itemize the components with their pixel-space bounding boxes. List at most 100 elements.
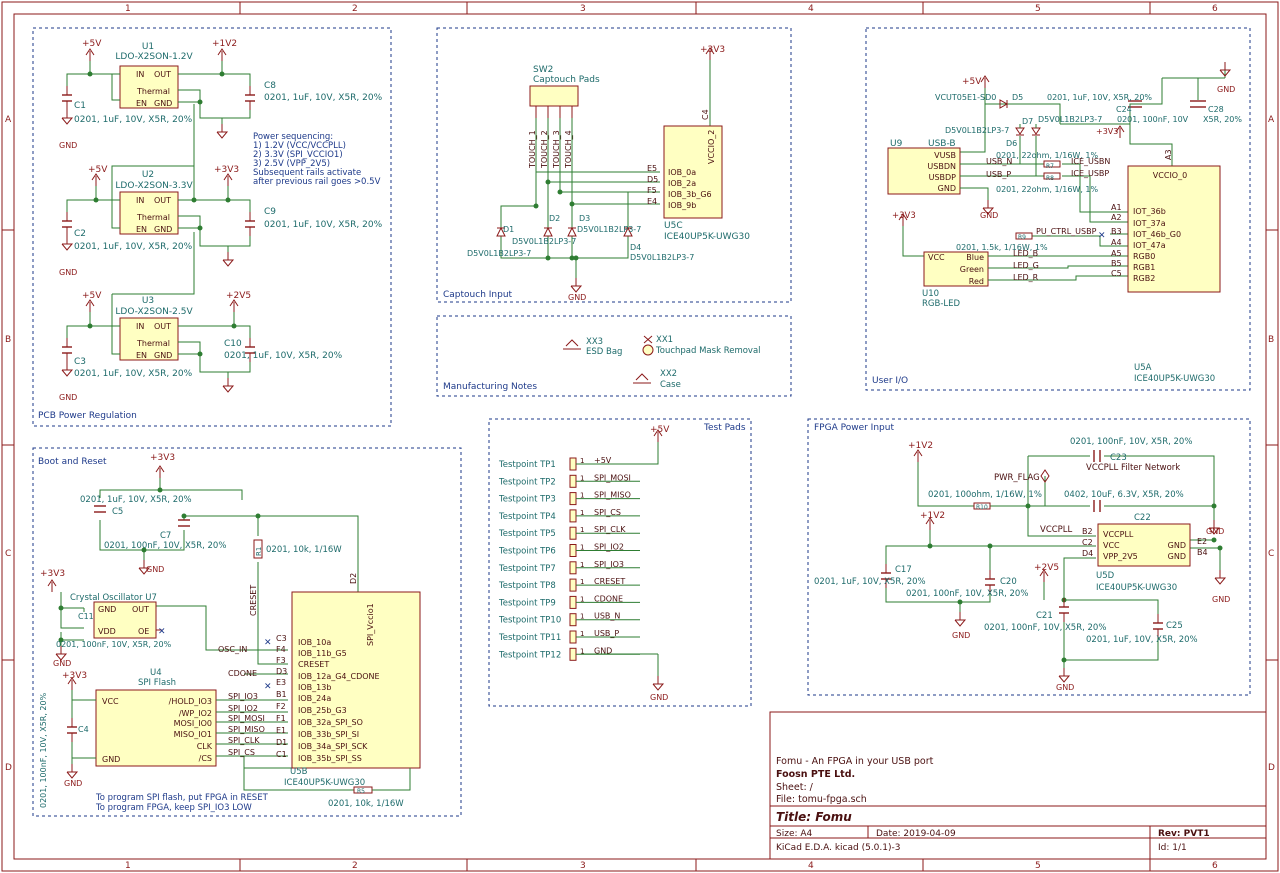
svg-text:USBDP: USBDP bbox=[929, 173, 957, 182]
col-label: 3 bbox=[580, 4, 586, 14]
sw2-name: Captouch Pads bbox=[533, 75, 600, 85]
svg-text:Thermal: Thermal bbox=[136, 339, 170, 348]
xx1-ref: XX1 bbox=[656, 335, 673, 345]
test-pad-body bbox=[569, 647, 577, 661]
schematic-title: Title: Fomu bbox=[776, 810, 852, 824]
svg-text:IOB_33b_SPI_SI: IOB_33b_SPI_SI bbox=[298, 730, 359, 739]
svg-text:D1: D1 bbox=[503, 225, 514, 234]
svg-text:IOB_10a: IOB_10a bbox=[298, 638, 331, 647]
test-pad-name: Testpoint TP7 bbox=[498, 564, 556, 574]
title-block: Fomu - An FPGA in your USB port Foosn PT… bbox=[769, 711, 1267, 860]
svg-text:C1: C1 bbox=[74, 101, 86, 111]
svg-text:SPI_IO2: SPI_IO2 bbox=[228, 704, 258, 713]
svg-text:+3V3: +3V3 bbox=[150, 453, 175, 463]
svg-text:D5V0L1B2LP3-7: D5V0L1B2LP3-7 bbox=[512, 237, 576, 246]
svg-text:VCCPLL: VCCPLL bbox=[1040, 525, 1073, 535]
svg-text:+3V3: +3V3 bbox=[40, 569, 65, 579]
svg-text:Red: Red bbox=[969, 277, 984, 286]
svg-text:IN: IN bbox=[136, 196, 144, 205]
svg-text:USB_P: USB_P bbox=[986, 170, 1011, 179]
sheet-date: Date: 2019-04-09 bbox=[876, 829, 956, 839]
svg-text:E4: E4 bbox=[647, 197, 657, 206]
svg-text:IN: IN bbox=[136, 70, 144, 79]
svg-text:IOB_35b_SPI_SS: IOB_35b_SPI_SS bbox=[298, 754, 362, 763]
svg-text:LDO-X2SON-3.3V: LDO-X2SON-3.3V bbox=[115, 181, 193, 191]
test-pad-body bbox=[569, 544, 577, 557]
svg-text:GND: GND bbox=[154, 99, 172, 108]
test-pad-name: Testpoint TP3 bbox=[498, 495, 556, 505]
svg-text:0201, 1uF, 10V, X5R, 20%: 0201, 1uF, 10V, X5R, 20% bbox=[264, 93, 383, 103]
svg-text:VCC: VCC bbox=[102, 697, 119, 706]
svg-text:IOB_0a: IOB_0a bbox=[668, 168, 696, 177]
svg-text:R1: R1 bbox=[255, 547, 263, 556]
block-title-pcb-power: PCB Power Regulation bbox=[38, 411, 137, 421]
svg-text:ICE40UP5K-UWG30: ICE40UP5K-UWG30 bbox=[1134, 374, 1215, 384]
svg-text:0201, 10k, 1/16W: 0201, 10k, 1/16W bbox=[328, 799, 404, 809]
test-pad: Testpoint TP9 1 CDONE bbox=[498, 594, 640, 609]
svg-text:0201, 1uF, 10V, X5R, 20%: 0201, 1uF, 10V, X5R, 20% bbox=[74, 115, 193, 125]
test-pad-net: SPI_MISO bbox=[594, 491, 631, 500]
svg-text:+5V: +5V bbox=[82, 291, 102, 301]
row-label: B bbox=[1268, 335, 1274, 345]
svg-text:+1V2: +1V2 bbox=[920, 511, 945, 521]
svg-text:C7: C7 bbox=[160, 531, 171, 541]
svg-text:D1: D1 bbox=[276, 738, 287, 747]
svg-text:U5A: U5A bbox=[1134, 363, 1152, 373]
svg-text:IOB_2a: IOB_2a bbox=[668, 179, 696, 188]
col-label: 5 bbox=[1035, 861, 1041, 871]
col-label: 3 bbox=[580, 861, 586, 871]
svg-text:GND: GND bbox=[1056, 683, 1074, 692]
svg-text:F2: F2 bbox=[276, 702, 286, 711]
svg-text:ICE_USBN: ICE_USBN bbox=[1071, 157, 1110, 166]
svg-text:0201, 100ohm, 1/16W, 1%: 0201, 100ohm, 1/16W, 1% bbox=[928, 490, 1042, 500]
svg-text:GND: GND bbox=[53, 659, 71, 668]
test-pad-net: +5V bbox=[594, 456, 612, 465]
svg-text:D2: D2 bbox=[349, 573, 358, 584]
svg-text:IN: IN bbox=[136, 322, 144, 331]
svg-text:OUT: OUT bbox=[154, 196, 171, 205]
test-pad-net: CDONE bbox=[594, 594, 623, 603]
svg-text:IOB_11b_G5: IOB_11b_G5 bbox=[298, 649, 347, 658]
svg-text:PU_CTRL_USBP: PU_CTRL_USBP bbox=[1036, 227, 1097, 236]
svg-text:VCCPLL: VCCPLL bbox=[1103, 530, 1134, 539]
svg-text:B5: B5 bbox=[1111, 259, 1122, 268]
svg-text:Green: Green bbox=[960, 265, 984, 274]
test-pad-body bbox=[569, 509, 577, 523]
svg-text:SPI_MOSI: SPI_MOSI bbox=[228, 714, 265, 723]
block-title-captouch: Captouch Input bbox=[443, 290, 513, 300]
no-connect-icon: ✕ bbox=[158, 627, 166, 637]
svg-text:To program SPI flash, put FPGA: To program SPI flash, put FPGA in RESET bbox=[95, 793, 269, 803]
svg-text:0201, 10k, 1/16W: 0201, 10k, 1/16W bbox=[266, 545, 342, 555]
col-label: 6 bbox=[1212, 861, 1218, 871]
svg-text:0201, 22ohm, 1/16W, 1%: 0201, 22ohm, 1/16W, 1% bbox=[996, 185, 1099, 194]
svg-text:C5: C5 bbox=[112, 507, 123, 517]
test-pad: Testpoint TP6 1 SPI_IO2 bbox=[498, 543, 640, 557]
power-sequencing-note: Power sequencing: 1) 1.2V (VCC/VCCPLL) 2… bbox=[253, 132, 381, 187]
test-pad: Testpoint TP5 1 SPI_CLK bbox=[498, 525, 640, 540]
svg-text:VCC: VCC bbox=[1103, 541, 1120, 550]
svg-text:CLK: CLK bbox=[197, 742, 213, 751]
ldo-2v5: U3 LDO-X2SON-2.5V IN OUT Thermal EN GND … bbox=[59, 232, 343, 402]
svg-text:SPI_Vccio1: SPI_Vccio1 bbox=[366, 603, 375, 646]
svg-text:/WP_IO2: /WP_IO2 bbox=[179, 709, 212, 718]
svg-text:B3: B3 bbox=[1111, 227, 1122, 236]
svg-text:D6: D6 bbox=[1006, 139, 1017, 148]
svg-text:GND: GND bbox=[938, 184, 956, 193]
svg-text:GND: GND bbox=[59, 393, 77, 402]
fpga-power-input: +1V2 R10 PWR_FLAG 0201, 100nF, 10V, X5R,… bbox=[814, 437, 1230, 692]
svg-text:IOT_37a: IOT_37a bbox=[1133, 219, 1166, 228]
svg-text:+3V3: +3V3 bbox=[1096, 127, 1118, 136]
svg-text:R10: R10 bbox=[976, 504, 988, 511]
svg-text:+3V3: +3V3 bbox=[700, 45, 725, 55]
test-pad-net: SPI_CS bbox=[594, 508, 621, 517]
svg-text:D5V0L1B2LP3-7: D5V0L1B2LP3-7 bbox=[630, 253, 694, 262]
svg-text:+5V: +5V bbox=[88, 165, 108, 175]
svg-text:+2V5: +2V5 bbox=[226, 291, 251, 301]
test-pad: Testpoint TP11 1 USB_P bbox=[498, 629, 640, 644]
svg-text:E3: E3 bbox=[276, 678, 286, 687]
svg-text:C3: C3 bbox=[276, 634, 287, 643]
svg-text:USBDN: USBDN bbox=[927, 162, 956, 171]
sheet-id: Id: 1/1 bbox=[1158, 843, 1187, 853]
svg-text:0201, 100nF, 10V, X5R, 20%: 0201, 100nF, 10V, X5R, 20% bbox=[984, 623, 1106, 633]
svg-text:A5: A5 bbox=[1111, 249, 1122, 258]
